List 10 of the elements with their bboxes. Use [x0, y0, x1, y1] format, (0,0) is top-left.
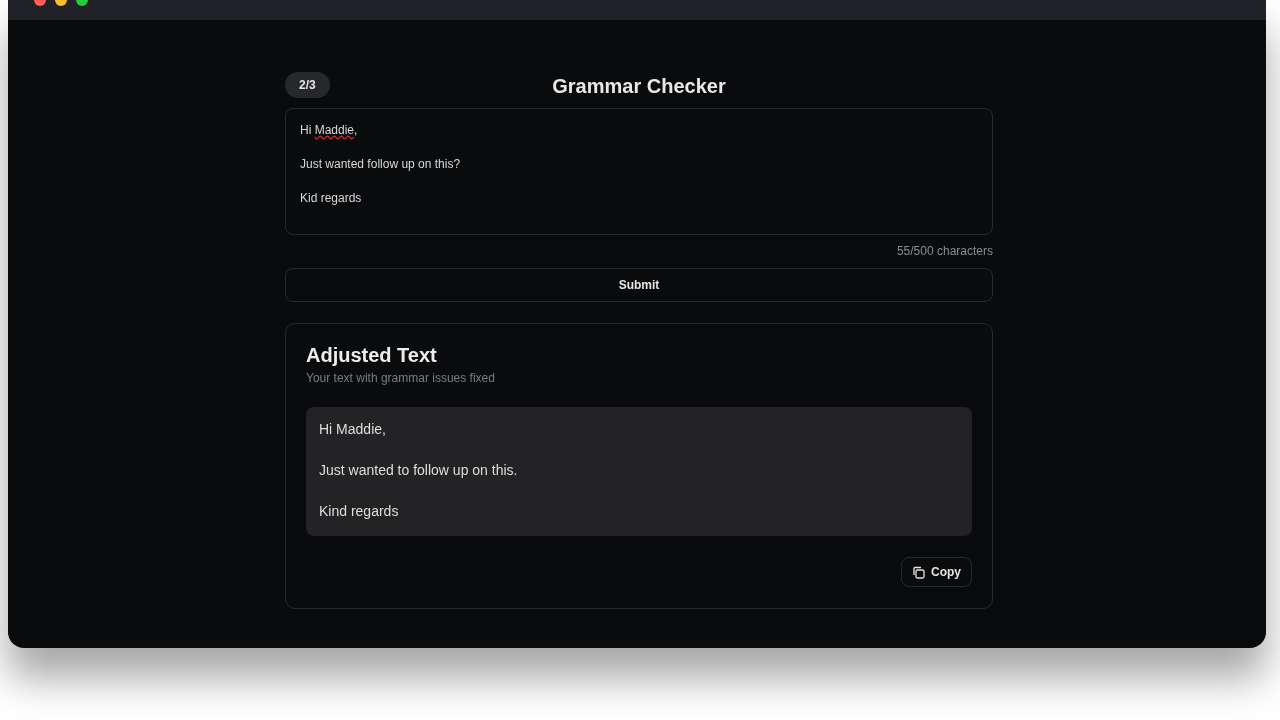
copy-icon	[912, 565, 925, 579]
input-field[interactable]: Hi Maddie, Just wanted follow up on this? Kid regards	[285, 108, 993, 235]
page-title: Grammar Checker	[552, 74, 726, 99]
card-subtitle: Your text with grammar issues fixed	[306, 370, 496, 387]
character-counter: 55/500 characters	[896, 243, 993, 260]
copy-button[interactable]: Copy	[901, 557, 972, 587]
card-title: Adjusted Text	[306, 343, 438, 368]
step-badge: 2/3	[285, 72, 330, 98]
submit-button[interactable]: Submit	[285, 268, 993, 302]
adjusted-text-panel: Hi Maddie, Just wanted to follow up on this. Kind regards	[306, 407, 972, 536]
